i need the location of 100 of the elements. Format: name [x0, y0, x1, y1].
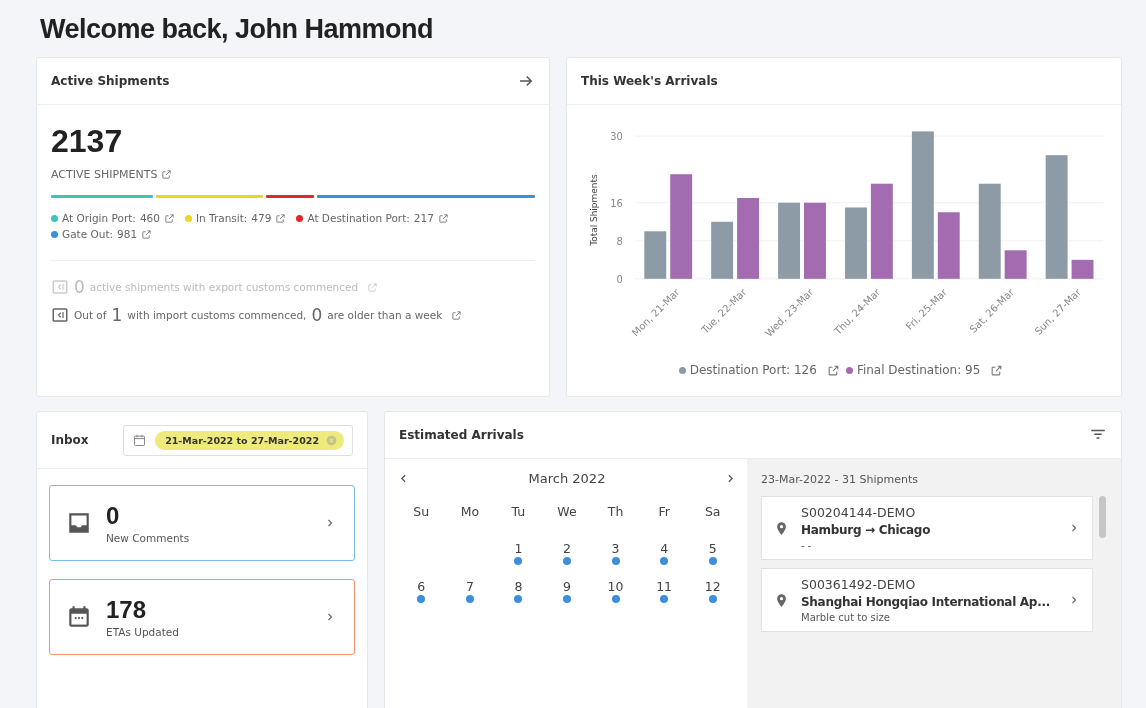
calendar-day[interactable]: 11	[639, 579, 689, 603]
tile-label: New Comments	[106, 532, 191, 544]
external-link-icon[interactable]	[451, 309, 463, 321]
weekday-label: Fr	[657, 504, 671, 521]
arrival-dot	[611, 557, 620, 565]
weekday-label: Th	[606, 504, 625, 521]
bar	[937, 212, 960, 279]
location-pin-icon	[774, 592, 789, 608]
bar	[1004, 250, 1027, 279]
customs-text: active shipments with export customs commenced	[89, 281, 359, 293]
date-range-chip[interactable]: 21-Mar-2022 to 27-Mar-2022	[155, 430, 344, 450]
arrival-dot	[417, 595, 426, 603]
arrival-dot	[514, 557, 523, 565]
y-tick-label: 8	[616, 235, 623, 247]
calendar-day[interactable]: 2	[542, 541, 592, 565]
date-range-field[interactable]: 21-Mar-2022 to 27-Mar-2022	[123, 424, 353, 456]
customs-text: with import customs commenced,	[127, 309, 307, 321]
calendar-day[interactable]: 1	[494, 541, 543, 565]
calendar-day[interactable]: 8	[494, 579, 543, 603]
arrival-dot	[563, 595, 571, 603]
card-title: Active Shipments	[51, 74, 170, 88]
scrollbar-thumb[interactable]	[1099, 496, 1106, 538]
y-tick-label: 30	[610, 131, 623, 143]
shipment-note: Marble cut to size	[801, 612, 891, 623]
location-pin-icon	[774, 520, 789, 536]
total-label: ACTIVE SHIPMENTS	[51, 168, 158, 181]
bar	[845, 207, 867, 279]
external-link-icon[interactable]	[275, 212, 287, 224]
customs-count: 1	[111, 305, 123, 325]
calendar-day[interactable]: 7	[445, 579, 495, 603]
status-count: 217	[413, 212, 434, 224]
calendar-day[interactable]: 5	[688, 541, 737, 565]
calendar-icon	[132, 432, 148, 448]
card-title: Estimated Arrivals	[399, 428, 524, 442]
inbox-tile[interactable]: 0 New Comments	[49, 485, 355, 561]
external-link-icon[interactable]	[163, 212, 175, 224]
arrival-dot	[563, 557, 571, 565]
arrival-dot	[708, 595, 717, 603]
date-range-text: 21-Mar-2022 to 27-Mar-2022	[165, 434, 319, 446]
bar	[1071, 259, 1094, 279]
external-link-icon[interactable]	[437, 212, 449, 224]
list-heading: 23-Mar-2022 - 31 Shipments	[761, 473, 919, 486]
weekday-label: Sa	[703, 504, 722, 521]
shipment-item[interactable]: S00204144-DEMO Hamburg → Chicago - -	[761, 496, 1093, 560]
legend-label: Destination Port: 126	[689, 363, 817, 377]
arrival-dot	[660, 595, 669, 603]
card-title: Inbox	[51, 433, 89, 447]
customs-count: 0	[74, 277, 85, 297]
bar	[711, 221, 734, 279]
external-link-icon[interactable]	[826, 363, 840, 377]
calendar-day[interactable]: 10	[591, 579, 640, 603]
status-label: In Transit:	[195, 212, 248, 224]
status-count: 981	[117, 228, 138, 240]
calendar-day[interactable]: 12	[688, 579, 737, 603]
tile-count: 178	[106, 596, 148, 624]
weekday-label: Mo	[459, 504, 481, 521]
total-count: 2137	[51, 123, 124, 160]
arrival-dot	[465, 595, 474, 603]
external-link-icon[interactable]	[141, 228, 153, 240]
progress-segment	[265, 195, 314, 198]
y-axis-label: Total Shipments	[588, 174, 599, 246]
status-count: 479	[251, 212, 272, 224]
legend-label: Final Destination: 95	[856, 363, 981, 377]
arrival-dot	[660, 557, 669, 565]
customs-text: Out of	[74, 309, 107, 321]
shipment-note: - -	[801, 540, 813, 551]
page-title: Welcome back, John Hammond	[40, 14, 435, 45]
tile-count: 0	[106, 502, 121, 530]
shipment-id: S00361492-DEMO	[801, 577, 917, 592]
external-link-icon[interactable]	[990, 363, 1004, 377]
calendar-day[interactable]: 3	[591, 541, 640, 565]
weekday-label: Tu	[510, 504, 527, 521]
tile-label: ETAs Updated	[106, 626, 180, 638]
inbox-tile[interactable]: 178 ETAs Updated	[49, 579, 355, 655]
shipment-item[interactable]: S00361492-DEMO Shanghai Hongqiao International Ap... Marble cut to size	[761, 568, 1093, 632]
y-tick-label: 16	[610, 197, 623, 209]
customs-icon	[51, 278, 69, 296]
status-label: At Origin Port:	[62, 212, 136, 224]
customs-text: are older than a week	[327, 309, 443, 321]
customs-icon	[51, 306, 69, 324]
status-label: Gate Out:	[62, 228, 114, 240]
arrival-dot	[514, 595, 523, 603]
shipment-route: Hamburg → Chicago	[801, 523, 932, 537]
month-title: March 2022	[528, 471, 606, 486]
weekday-label: Su	[412, 504, 431, 521]
shipment-route: Shanghai Hongqiao International Ap...	[801, 595, 1051, 609]
weekday-label: We	[556, 504, 578, 521]
status-count: 460	[139, 212, 160, 224]
calendar-icon	[66, 604, 92, 630]
arrival-dot	[708, 557, 717, 565]
calendar-day[interactable]: 6	[397, 579, 446, 603]
customs-count: 0	[311, 305, 323, 325]
external-link-icon[interactable]	[161, 169, 173, 180]
inbox-icon	[66, 510, 92, 536]
calendar-day[interactable]: 9	[542, 579, 592, 603]
calendar-day[interactable]: 4	[639, 541, 689, 565]
bar	[644, 231, 667, 279]
shipment-id: S00204144-DEMO	[801, 505, 917, 520]
status-label: At Destination Port:	[307, 212, 410, 224]
y-tick-label: 0	[616, 273, 623, 285]
